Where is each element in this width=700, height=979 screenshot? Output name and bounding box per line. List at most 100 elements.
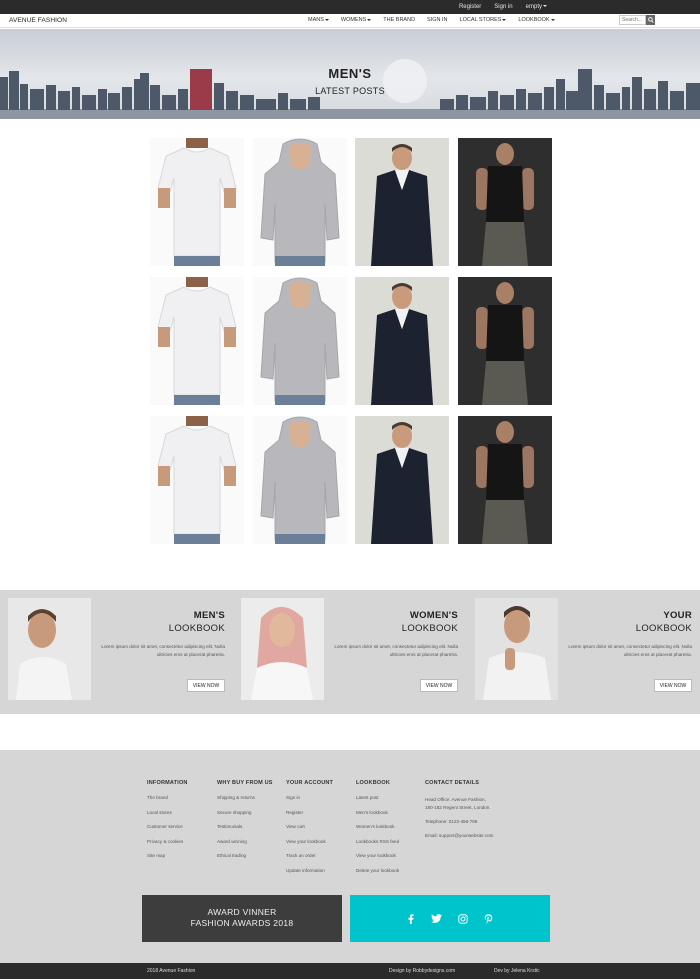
footer-link[interactable]: Sign in [286, 795, 333, 801]
footer-link[interactable]: Update information [286, 868, 333, 874]
lookbook-description: Lorem ipsum dolor sit amet, consectetur … [334, 644, 458, 657]
product-card-tshirt[interactable] [150, 277, 244, 405]
lookbook-subtitle: LOOKBOOK [168, 623, 225, 634]
lookbook-description: Lorem ipsum dolor sit amet, consectetur … [568, 644, 692, 657]
chevron-down-icon [324, 18, 329, 21]
product-card-hoodie[interactable] [253, 138, 347, 266]
register-link[interactable]: Register [459, 2, 481, 12]
cart-dropdown[interactable]: empty [526, 2, 547, 12]
footer-link[interactable]: View cart [286, 825, 333, 830]
footer-link[interactable]: Lookbooks RSS feed [356, 839, 399, 845]
site-footer: INFORMATION The brand Local stores Custo… [0, 750, 700, 963]
footer-link[interactable]: Register [286, 810, 333, 816]
footer-account: YOUR ACCOUNT Sign in Register View cart … [286, 780, 333, 884]
nav-sign-in[interactable]: SIGN IN [427, 17, 447, 23]
footer-link[interactable]: Award winning [217, 839, 273, 845]
nav-lookbook[interactable]: LOOKBOOK [518, 17, 555, 23]
lookbook-description: Lorem ipsum dolor sit amet, consectetur … [101, 644, 225, 657]
bottom-bar: 2018 Avenue Fashion Design by Robbydesig… [0, 963, 700, 979]
chevron-down-icon [550, 18, 555, 21]
footer-link[interactable]: Ethical trading [217, 854, 273, 859]
facebook-icon[interactable] [407, 913, 415, 924]
nav-lookbook-label: LOOKBOOK [518, 17, 550, 23]
chevron-down-icon [502, 18, 507, 21]
instagram-icon[interactable] [458, 913, 468, 924]
pinterest-icon[interactable] [484, 913, 493, 924]
footer-heading: LOOKBOOK [356, 780, 390, 786]
contact-phone: Telephone: 0123-456-789 [425, 819, 478, 824]
nav-womens-label: WOMENS [340, 17, 367, 23]
cart-label: empty [525, 4, 542, 10]
nav-mans[interactable]: MANS [308, 17, 329, 23]
lookbook-subtitle: LOOKBOOK [401, 623, 458, 634]
footer-link[interactable]: Testimonials [217, 825, 273, 830]
top-bar: Register Sign in empty [0, 0, 700, 14]
lookbook-card-women: WOMEN'S LOOKBOOK Lorem ipsum dolor sit a… [233, 598, 466, 702]
search-input[interactable] [619, 15, 646, 25]
footer-link[interactable]: Local stores [147, 810, 188, 816]
footer-link[interactable]: Shipping & returns [217, 795, 273, 801]
product-card-sleeveless[interactable] [458, 416, 552, 544]
hoodie-image [253, 416, 347, 544]
tshirt-image [150, 416, 244, 544]
footer-link[interactable]: The brand [147, 795, 188, 801]
footer-link[interactable]: Customer service [147, 825, 188, 830]
footer-link[interactable]: Latest post [356, 795, 399, 801]
sleeveless-top-image [458, 416, 552, 544]
hero-subtitle: LATEST POSTS [315, 86, 385, 96]
footer-contact: CONTACT DETAILS Head Office: Avenue Fash… [425, 780, 494, 840]
lookbook-section: MEN'S LOOKBOOK Lorem ipsum dolor sit ame… [0, 590, 700, 714]
product-card-suit[interactable] [355, 416, 449, 544]
nav-the-brand[interactable]: THE BRAND [383, 17, 415, 23]
lookbook-title: YOUR [663, 610, 692, 621]
contact-address-line: Head Office: Avenue Fashion, [425, 797, 486, 802]
view-now-button[interactable]: VIEW NOW [654, 679, 692, 692]
footer-link[interactable]: View your lookbook [286, 839, 333, 845]
lookbook-title: MEN'S [193, 610, 225, 621]
chevron-down-icon [543, 5, 547, 8]
footer-information: INFORMATION The brand Local stores Custo… [147, 780, 188, 869]
footer-link[interactable]: Site map [147, 854, 188, 859]
nav-womens[interactable]: WOMENS [340, 17, 372, 23]
woman-portrait-image [241, 598, 324, 700]
footer-heading: CONTACT DETAILS [425, 780, 480, 786]
product-card-sleeveless[interactable] [458, 138, 552, 266]
tshirt-image [150, 277, 244, 405]
footer-lookbook: LOOKBOOK Latest post Men's lookbook Wome… [356, 780, 399, 884]
product-card-suit[interactable] [355, 138, 449, 266]
product-card-tshirt[interactable] [150, 138, 244, 266]
footer-link[interactable]: Men's lookbook [356, 810, 399, 816]
footer-why-buy: WHY BUY FROM US Shipping & returns Secur… [217, 780, 273, 869]
footer-heading: INFORMATION [147, 780, 188, 786]
suit-jacket-image [355, 277, 449, 405]
footer-link[interactable]: Track an order [286, 854, 333, 859]
footer-link[interactable]: Secure shopping [217, 810, 273, 816]
footer-link[interactable]: Women's lookbook [356, 825, 399, 830]
nav-mans-label: MANS [308, 17, 324, 23]
design-credit-link[interactable]: Design by Robbydesigns.com [389, 968, 455, 974]
nav-local-stores[interactable]: LOCAL STORES [460, 17, 507, 23]
lookbook-photo-women [241, 598, 324, 700]
footer-link[interactable]: View your lookbook [356, 854, 399, 859]
sleeveless-top-image [458, 138, 552, 266]
twitter-icon[interactable] [431, 914, 442, 923]
tshirt-image [150, 138, 244, 266]
social-links [350, 895, 550, 942]
hero-title: MEN'S [328, 66, 372, 81]
view-now-button[interactable]: VIEW NOW [187, 679, 225, 692]
brand-logo[interactable]: AVENUE FASHION [9, 17, 67, 24]
product-card-hoodie[interactable] [253, 416, 347, 544]
signin-link[interactable]: Sign in [494, 2, 512, 12]
dev-credit-text: Dev by Jelena Krstic [494, 968, 540, 974]
product-card-suit[interactable] [355, 277, 449, 405]
search-button[interactable] [646, 15, 655, 25]
view-now-button[interactable]: VIEW NOW [420, 679, 458, 692]
contact-email[interactable]: Email: support@yourwebsite.com [425, 832, 494, 840]
footer-link[interactable]: Privacy & cookies [147, 839, 188, 845]
product-card-tshirt[interactable] [150, 416, 244, 544]
footer-link[interactable]: Delete your lookbook [356, 868, 399, 874]
product-card-hoodie[interactable] [253, 277, 347, 405]
product-card-sleeveless[interactable] [458, 277, 552, 405]
man-portrait-image [475, 598, 558, 700]
lookbook-card-men: MEN'S LOOKBOOK Lorem ipsum dolor sit ame… [0, 598, 233, 702]
